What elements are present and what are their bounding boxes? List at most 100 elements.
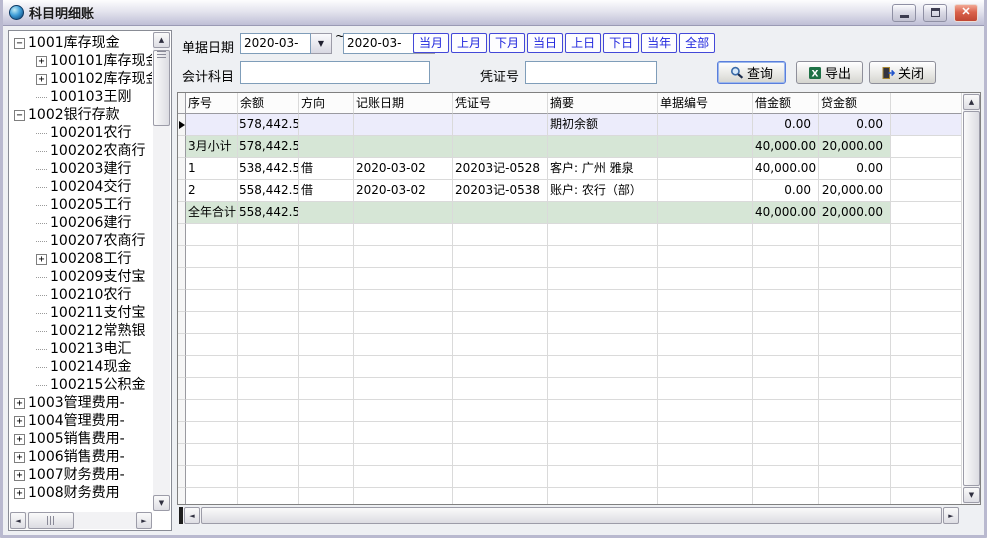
table-cell[interactable]: 借	[299, 180, 354, 202]
table-cell[interactable]	[354, 136, 453, 158]
table-cell[interactable]	[548, 136, 658, 158]
scroll-right-icon[interactable]: ►	[943, 507, 959, 524]
table-cell[interactable]: 578,442.53	[238, 114, 299, 136]
tree-item[interactable]: +1003管理费用-	[10, 394, 152, 412]
chevron-down-icon[interactable]: ▼	[311, 33, 332, 54]
tree-item[interactable]: +1006销售费用-	[10, 448, 152, 466]
table-cell[interactable]	[453, 136, 548, 158]
tree-item[interactable]: +100208工行	[10, 250, 152, 268]
tree-item[interactable]: 100204交行	[10, 178, 152, 196]
maximize-button[interactable]	[923, 4, 947, 22]
grid-horizontal-scrollbar[interactable]: ◄ ►	[179, 507, 959, 524]
table-row[interactable]: 全年合计558,442.53 40,000.0020,000.00	[178, 202, 962, 224]
date-to-value[interactable]: 2020-03-14	[343, 33, 414, 54]
tree-item[interactable]: +100101库存现金	[10, 52, 152, 70]
expand-icon[interactable]: +	[14, 488, 25, 499]
tree-item[interactable]: 100212常熟银	[10, 322, 152, 340]
close-button[interactable]: ✕	[954, 4, 978, 22]
table-cell[interactable]: 20203记-0538	[453, 180, 548, 202]
scroll-left-icon[interactable]: ◄	[184, 507, 200, 524]
minimize-button[interactable]	[892, 4, 916, 22]
expand-icon[interactable]: +	[36, 74, 47, 85]
table-cell[interactable]	[354, 202, 453, 224]
table-row[interactable]: 2558,442.53借2020-03-0220203记-0538账户: 农行（…	[178, 180, 962, 202]
table-cell[interactable]: 3月小计	[186, 136, 238, 158]
quick-date-button-当日[interactable]: 当日	[527, 33, 563, 53]
table-cell[interactable]: 20,000.00	[819, 202, 891, 224]
scroll-track[interactable]	[74, 512, 136, 529]
table-cell[interactable]: 20,000.00	[819, 136, 891, 158]
table-cell[interactable]	[453, 202, 548, 224]
quick-date-button-当年[interactable]: 当年	[641, 33, 677, 53]
table-cell[interactable]: 2	[186, 180, 238, 202]
tree-item[interactable]: 100206建行	[10, 214, 152, 232]
table-cell[interactable]: 578,442.53	[238, 136, 299, 158]
table-row[interactable]: 578,442.53 期初余额 0.000.00	[178, 114, 962, 136]
table-cell[interactable]: 2020-03-02	[354, 158, 453, 180]
table-cell[interactable]: 期初余额	[548, 114, 658, 136]
tree-item[interactable]: +1005销售费用-	[10, 430, 152, 448]
tree-hscroll-thumb[interactable]	[28, 512, 74, 529]
tree-vscroll-thumb[interactable]	[153, 50, 170, 126]
subject-input[interactable]	[240, 61, 430, 84]
tree-item[interactable]: 100201农行	[10, 124, 152, 142]
query-button[interactable]: 查询	[717, 61, 786, 84]
table-cell[interactable]	[299, 114, 354, 136]
column-header[interactable]: 摘要	[548, 93, 658, 114]
expand-icon[interactable]: +	[36, 254, 47, 265]
table-cell[interactable]: 账户: 农行（部）	[548, 180, 658, 202]
scroll-up-icon[interactable]: ▲	[963, 94, 980, 110]
tree-item[interactable]: 100205工行	[10, 196, 152, 214]
export-button[interactable]: X 导出	[796, 61, 863, 84]
table-cell[interactable]: 全年合计	[186, 202, 238, 224]
splitter-handle[interactable]	[179, 507, 183, 524]
tree-item[interactable]: +100102库存现金	[10, 70, 152, 88]
column-header[interactable]: 方向	[299, 93, 354, 114]
table-cell[interactable]: 0.00	[819, 114, 891, 136]
tree-horizontal-scrollbar[interactable]: ◄ ►	[10, 512, 152, 529]
table-cell[interactable]: 借	[299, 158, 354, 180]
quick-date-button-全部[interactable]: 全部	[679, 33, 715, 53]
table-cell[interactable]: 0.00	[753, 180, 819, 202]
voucher-input[interactable]	[525, 61, 657, 84]
scroll-right-icon[interactable]: ►	[136, 512, 152, 529]
quick-date-button-上月[interactable]: 上月	[451, 33, 487, 53]
scroll-down-icon[interactable]: ▼	[963, 487, 980, 503]
column-header[interactable]: 序号	[186, 93, 238, 114]
table-cell[interactable]	[658, 136, 753, 158]
grid-hscroll-thumb[interactable]	[201, 507, 942, 524]
table-cell[interactable]: 40,000.00	[753, 202, 819, 224]
tree-vertical-scrollbar[interactable]: ▲ ▼	[153, 32, 170, 511]
collapse-icon[interactable]: −	[14, 38, 25, 49]
column-header[interactable]: 记账日期	[354, 93, 453, 114]
tree-item[interactable]: 100209支付宝	[10, 268, 152, 286]
date-from-value[interactable]: 2020-03-01	[240, 33, 311, 54]
collapse-icon[interactable]: −	[14, 110, 25, 121]
table-cell[interactable]	[299, 202, 354, 224]
scroll-down-icon[interactable]: ▼	[153, 495, 170, 511]
date-from-combo[interactable]: 2020-03-01 ▼	[240, 33, 332, 54]
table-row[interactable]: 3月小计578,442.5340,000.0020,000.00	[178, 136, 962, 158]
table-cell[interactable]: 538,442.53	[238, 158, 299, 180]
quick-date-button-下月[interactable]: 下月	[489, 33, 525, 53]
table-cell[interactable]: 2020-03-02	[354, 180, 453, 202]
column-header[interactable]: 借金额	[753, 93, 819, 114]
table-cell[interactable]: 558,442.53	[238, 202, 299, 224]
grid-vertical-scrollbar[interactable]: ▲ ▼	[963, 93, 980, 504]
tree-item[interactable]: +1004管理费用-	[10, 412, 152, 430]
tree-item[interactable]: 100213电汇	[10, 340, 152, 358]
tree-item[interactable]: −1002银行存款	[10, 106, 152, 124]
expand-icon[interactable]: +	[14, 470, 25, 481]
expand-icon[interactable]: +	[14, 398, 25, 409]
table-cell[interactable]	[658, 180, 753, 202]
quick-date-button-上日[interactable]: 上日	[565, 33, 601, 53]
tree-item[interactable]: 100215公积金	[10, 376, 152, 394]
scroll-up-icon[interactable]: ▲	[153, 32, 170, 48]
table-cell[interactable]	[658, 202, 753, 224]
tree-item[interactable]: 100103王刚	[10, 88, 152, 106]
table-cell[interactable]	[658, 158, 753, 180]
table-row[interactable]: 1538,442.53借2020-03-0220203记-0528客户: 广州 …	[178, 158, 962, 180]
table-cell[interactable]	[354, 114, 453, 136]
table-cell[interactable]: 20,000.00	[819, 180, 891, 202]
table-cell[interactable]: 0.00	[753, 114, 819, 136]
